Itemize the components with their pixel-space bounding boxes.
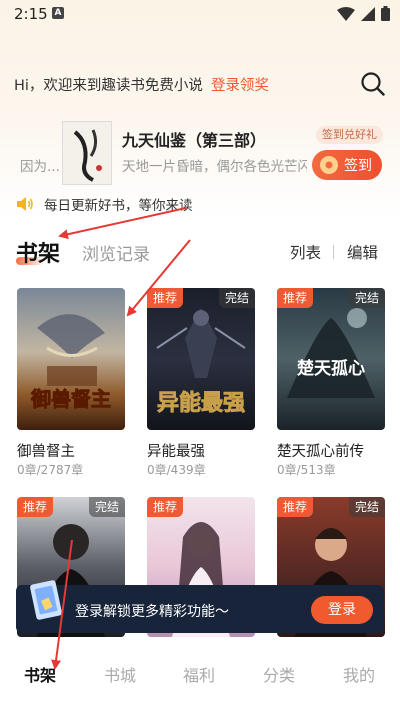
book-cover-title: 御兽督主 [30, 387, 111, 411]
search-icon[interactable] [360, 71, 386, 97]
recommend-badge: 推荐 [277, 288, 314, 308]
book-cover-title: 楚天孤心 [297, 358, 365, 379]
recommend-badge: 推荐 [147, 497, 184, 517]
status-icons [337, 6, 390, 21]
phone-book-icon [30, 580, 62, 620]
featured-book-title[interactable]: 九天仙鉴（第三部） [122, 127, 266, 151]
recommend-badge: 推荐 [17, 497, 54, 517]
signin-button[interactable]: 签到 [312, 150, 382, 180]
nav-item-mine[interactable]: 我的 [343, 662, 375, 686]
nav-item-welfare[interactable]: 福利 [183, 662, 215, 686]
book-progress: 0章/439章 [147, 463, 206, 477]
featured-cover-art [63, 122, 111, 184]
tab-divider [333, 245, 334, 259]
book-title[interactable]: 楚天孤心前传 [277, 440, 364, 461]
book-cover-title: 异能最强 [157, 390, 245, 416]
notice-bar: 每日更新好书，等你来读 [16, 194, 193, 214]
book-cover[interactable]: 异能最强 推荐 完结 [147, 288, 255, 430]
completed-badge: 完结 [348, 288, 385, 308]
list-view-button[interactable]: 列表 [290, 241, 321, 263]
signin-button-label: 签到 [344, 158, 372, 174]
book-title[interactable]: 御兽督主 [17, 440, 75, 461]
recommend-badge: 推荐 [277, 497, 314, 517]
battery-icon [381, 6, 390, 21]
recommend-badge: 推荐 [147, 288, 184, 308]
signal-icon [361, 6, 375, 21]
login-button[interactable]: 登录 [311, 596, 373, 624]
greeting-bar: Hi，欢迎来到趣读书免费小说 登录领奖 [14, 74, 269, 95]
nav-item-bookstore[interactable]: 书城 [104, 662, 136, 686]
coin-icon [320, 156, 338, 174]
book-progress: 0章/513章 [277, 463, 336, 477]
header-background [0, 0, 400, 220]
speaker-icon [17, 197, 33, 211]
tab-history[interactable]: 浏览记录 [82, 240, 150, 265]
completed-badge: 完结 [88, 497, 125, 517]
featured-book-cover[interactable] [62, 121, 112, 185]
completed-badge: 完结 [348, 497, 385, 517]
book-cover-art: 异能最强 [156, 308, 246, 416]
book-title[interactable]: 异能最强 [147, 440, 205, 461]
featured-prefix-text: 因为... [20, 159, 60, 175]
status-time: 2:15 [14, 5, 48, 23]
tab-bookshelf[interactable]: 书架 [16, 236, 60, 268]
status-bar: 2:15 A [0, 0, 400, 28]
book-cover[interactable]: 御兽督主 [17, 288, 125, 430]
wifi-icon [337, 6, 355, 21]
edit-button[interactable]: 编辑 [347, 241, 378, 263]
book-progress: 0章/2787章 [17, 463, 84, 477]
book-cover-art: 御兽督主 [30, 314, 111, 411]
greeting-text: Hi，欢迎来到趣读书免费小说 [14, 78, 203, 94]
notice-text: 每日更新好书，等你来读 [44, 198, 193, 214]
login-reward-link[interactable]: 登录领奖 [211, 74, 269, 95]
featured-book-description: 天地一片昏暗，偶尔各色光芒闪过 [122, 159, 307, 175]
signin-reward-tip: 签到兑好礼 [316, 126, 383, 144]
book-cover[interactable]: 楚天孤心 推荐 完结 [277, 288, 385, 430]
completed-badge: 完结 [218, 288, 255, 308]
book-cover-art: 楚天孤心 [287, 308, 375, 398]
login-banner-text: 登录解锁更多精彩功能～ [75, 604, 229, 620]
notification-icon: A [52, 7, 64, 19]
nav-item-category[interactable]: 分类 [263, 662, 295, 686]
nav-item-bookshelf[interactable]: 书架 [24, 662, 56, 686]
